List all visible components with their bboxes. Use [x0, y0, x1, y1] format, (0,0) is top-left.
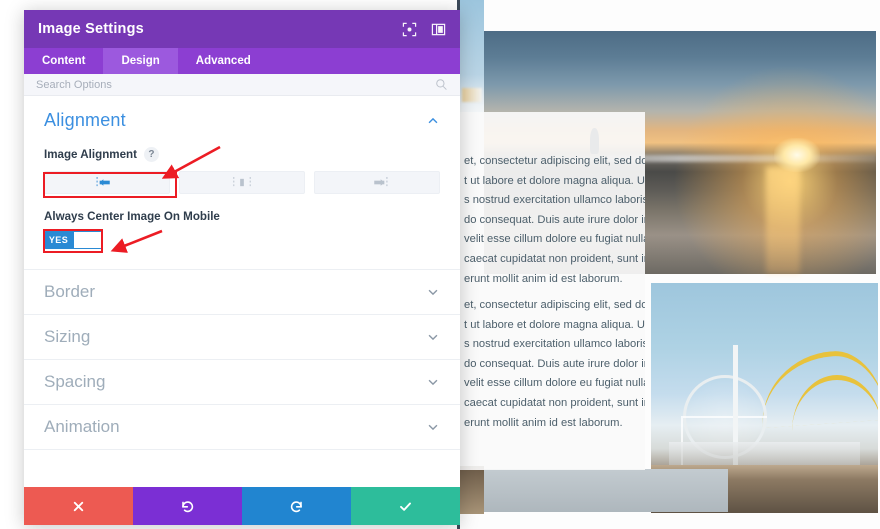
text-line: t ut labore et dolore magna aliqua. Ut: [464, 318, 645, 331]
section-title: Alignment: [44, 110, 126, 130]
toggle-state-label: YES: [44, 231, 73, 249]
section-spacing-label: Spacing: [44, 372, 106, 391]
panel-body: Alignment Image Alignment ? Always Cente…: [24, 96, 460, 487]
text-line: s nostrud exercitation ullamco laboris: [464, 338, 645, 351]
always-center-mobile-toggle[interactable]: YES: [44, 231, 102, 249]
tab-advanced[interactable]: Advanced: [178, 48, 269, 74]
alignment-section: Alignment Image Alignment ? Always Cente…: [24, 96, 460, 255]
section-border-label: Border: [44, 282, 96, 301]
beach-sun: [774, 137, 821, 172]
beach-sun-reflection: [766, 167, 801, 274]
text-line: do consequat. Duis aute irure dolor in: [464, 357, 645, 370]
preview-left-sliver-detail: [462, 88, 482, 102]
tab-content[interactable]: Content: [24, 48, 103, 74]
redo-button[interactable]: [242, 487, 351, 525]
search-icon[interactable]: [435, 78, 448, 91]
close-button[interactable]: [24, 487, 133, 525]
image-alignment-label-row: Image Alignment ?: [44, 147, 440, 162]
divider: [24, 449, 460, 450]
text-line: s nostrud exercitation ullamco laboris: [464, 194, 645, 207]
align-left-button[interactable]: [44, 171, 170, 194]
always-center-mobile-label-row: Always Center Image On Mobile: [44, 210, 440, 223]
text-line: do consequat. Duis aute irure dolor in: [464, 213, 645, 226]
chevron-down-icon[interactable]: [426, 375, 440, 389]
panel-tabs: Content Design Advanced: [24, 48, 460, 74]
search-input[interactable]: [36, 78, 435, 91]
section-sizing[interactable]: Sizing: [24, 314, 460, 359]
undo-button[interactable]: [133, 487, 242, 525]
panel-footer: [24, 487, 460, 525]
preview-text-block-one: et, consectetur adipiscing elit, sed do …: [458, 112, 645, 285]
search-options-row: [24, 74, 460, 96]
chevron-down-icon[interactable]: [426, 285, 440, 299]
preview-text-block-two: et, consectetur adipiscing elit, sed do …: [458, 284, 645, 470]
chevron-down-icon[interactable]: [426, 420, 440, 434]
text-line: erunt mollit anim id est laborum.: [464, 416, 623, 429]
pier-structure: [669, 441, 860, 467]
always-center-mobile-field: Always Center Image On Mobile YES: [44, 210, 440, 249]
layout-panel-icon[interactable]: [431, 22, 446, 37]
page-title: Image Settings: [38, 21, 144, 37]
always-center-mobile-label: Always Center Image On Mobile: [44, 210, 220, 223]
preview-bottom-block: [484, 469, 728, 512]
align-center-button[interactable]: [179, 171, 305, 194]
focus-target-icon[interactable]: [402, 22, 417, 37]
panel-header-icons: [402, 22, 446, 37]
alignment-section-header[interactable]: Alignment: [44, 110, 440, 131]
chevron-up-icon[interactable]: [426, 114, 440, 128]
preview-bottom-left-strip: [460, 466, 484, 514]
toggle-knob[interactable]: [73, 231, 102, 249]
text-line: caecat cupidatat non proident, sunt in: [464, 252, 645, 265]
section-animation-label: Animation: [44, 417, 120, 436]
help-icon[interactable]: ?: [143, 147, 159, 162]
section-spacing[interactable]: Spacing: [24, 359, 460, 404]
image-settings-panel: Image Settings Content Design Advanced S…: [24, 10, 460, 525]
section-animation[interactable]: Animation: [24, 404, 460, 449]
align-right-button[interactable]: [314, 171, 440, 194]
panel-header: Image Settings: [24, 10, 460, 48]
screen: et, consectetur adipiscing elit, sed do …: [0, 0, 880, 529]
section-border[interactable]: Border: [24, 269, 460, 314]
chevron-down-icon[interactable]: [426, 330, 440, 344]
text-line: velit esse cillum dolore eu fugiat nulla: [464, 377, 645, 390]
text-line: caecat cupidatat non proident, sunt in: [464, 396, 645, 409]
text-line: et, consectetur adipiscing elit, sed do: [464, 299, 645, 311]
text-line: et, consectetur adipiscing elit, sed do: [464, 155, 645, 167]
save-button[interactable]: [351, 487, 460, 525]
text-line: t ut labore et dolore magna aliqua. Ut: [464, 174, 645, 187]
tab-design[interactable]: Design: [103, 48, 178, 74]
preview-left-sliver: [460, 0, 484, 124]
image-alignment-label: Image Alignment: [44, 148, 137, 161]
image-alignment-button-group: [44, 171, 440, 194]
section-sizing-label: Sizing: [44, 327, 91, 346]
text-line: velit esse cillum dolore eu fugiat nulla: [464, 233, 645, 246]
image-alignment-field: Image Alignment ?: [44, 147, 440, 194]
